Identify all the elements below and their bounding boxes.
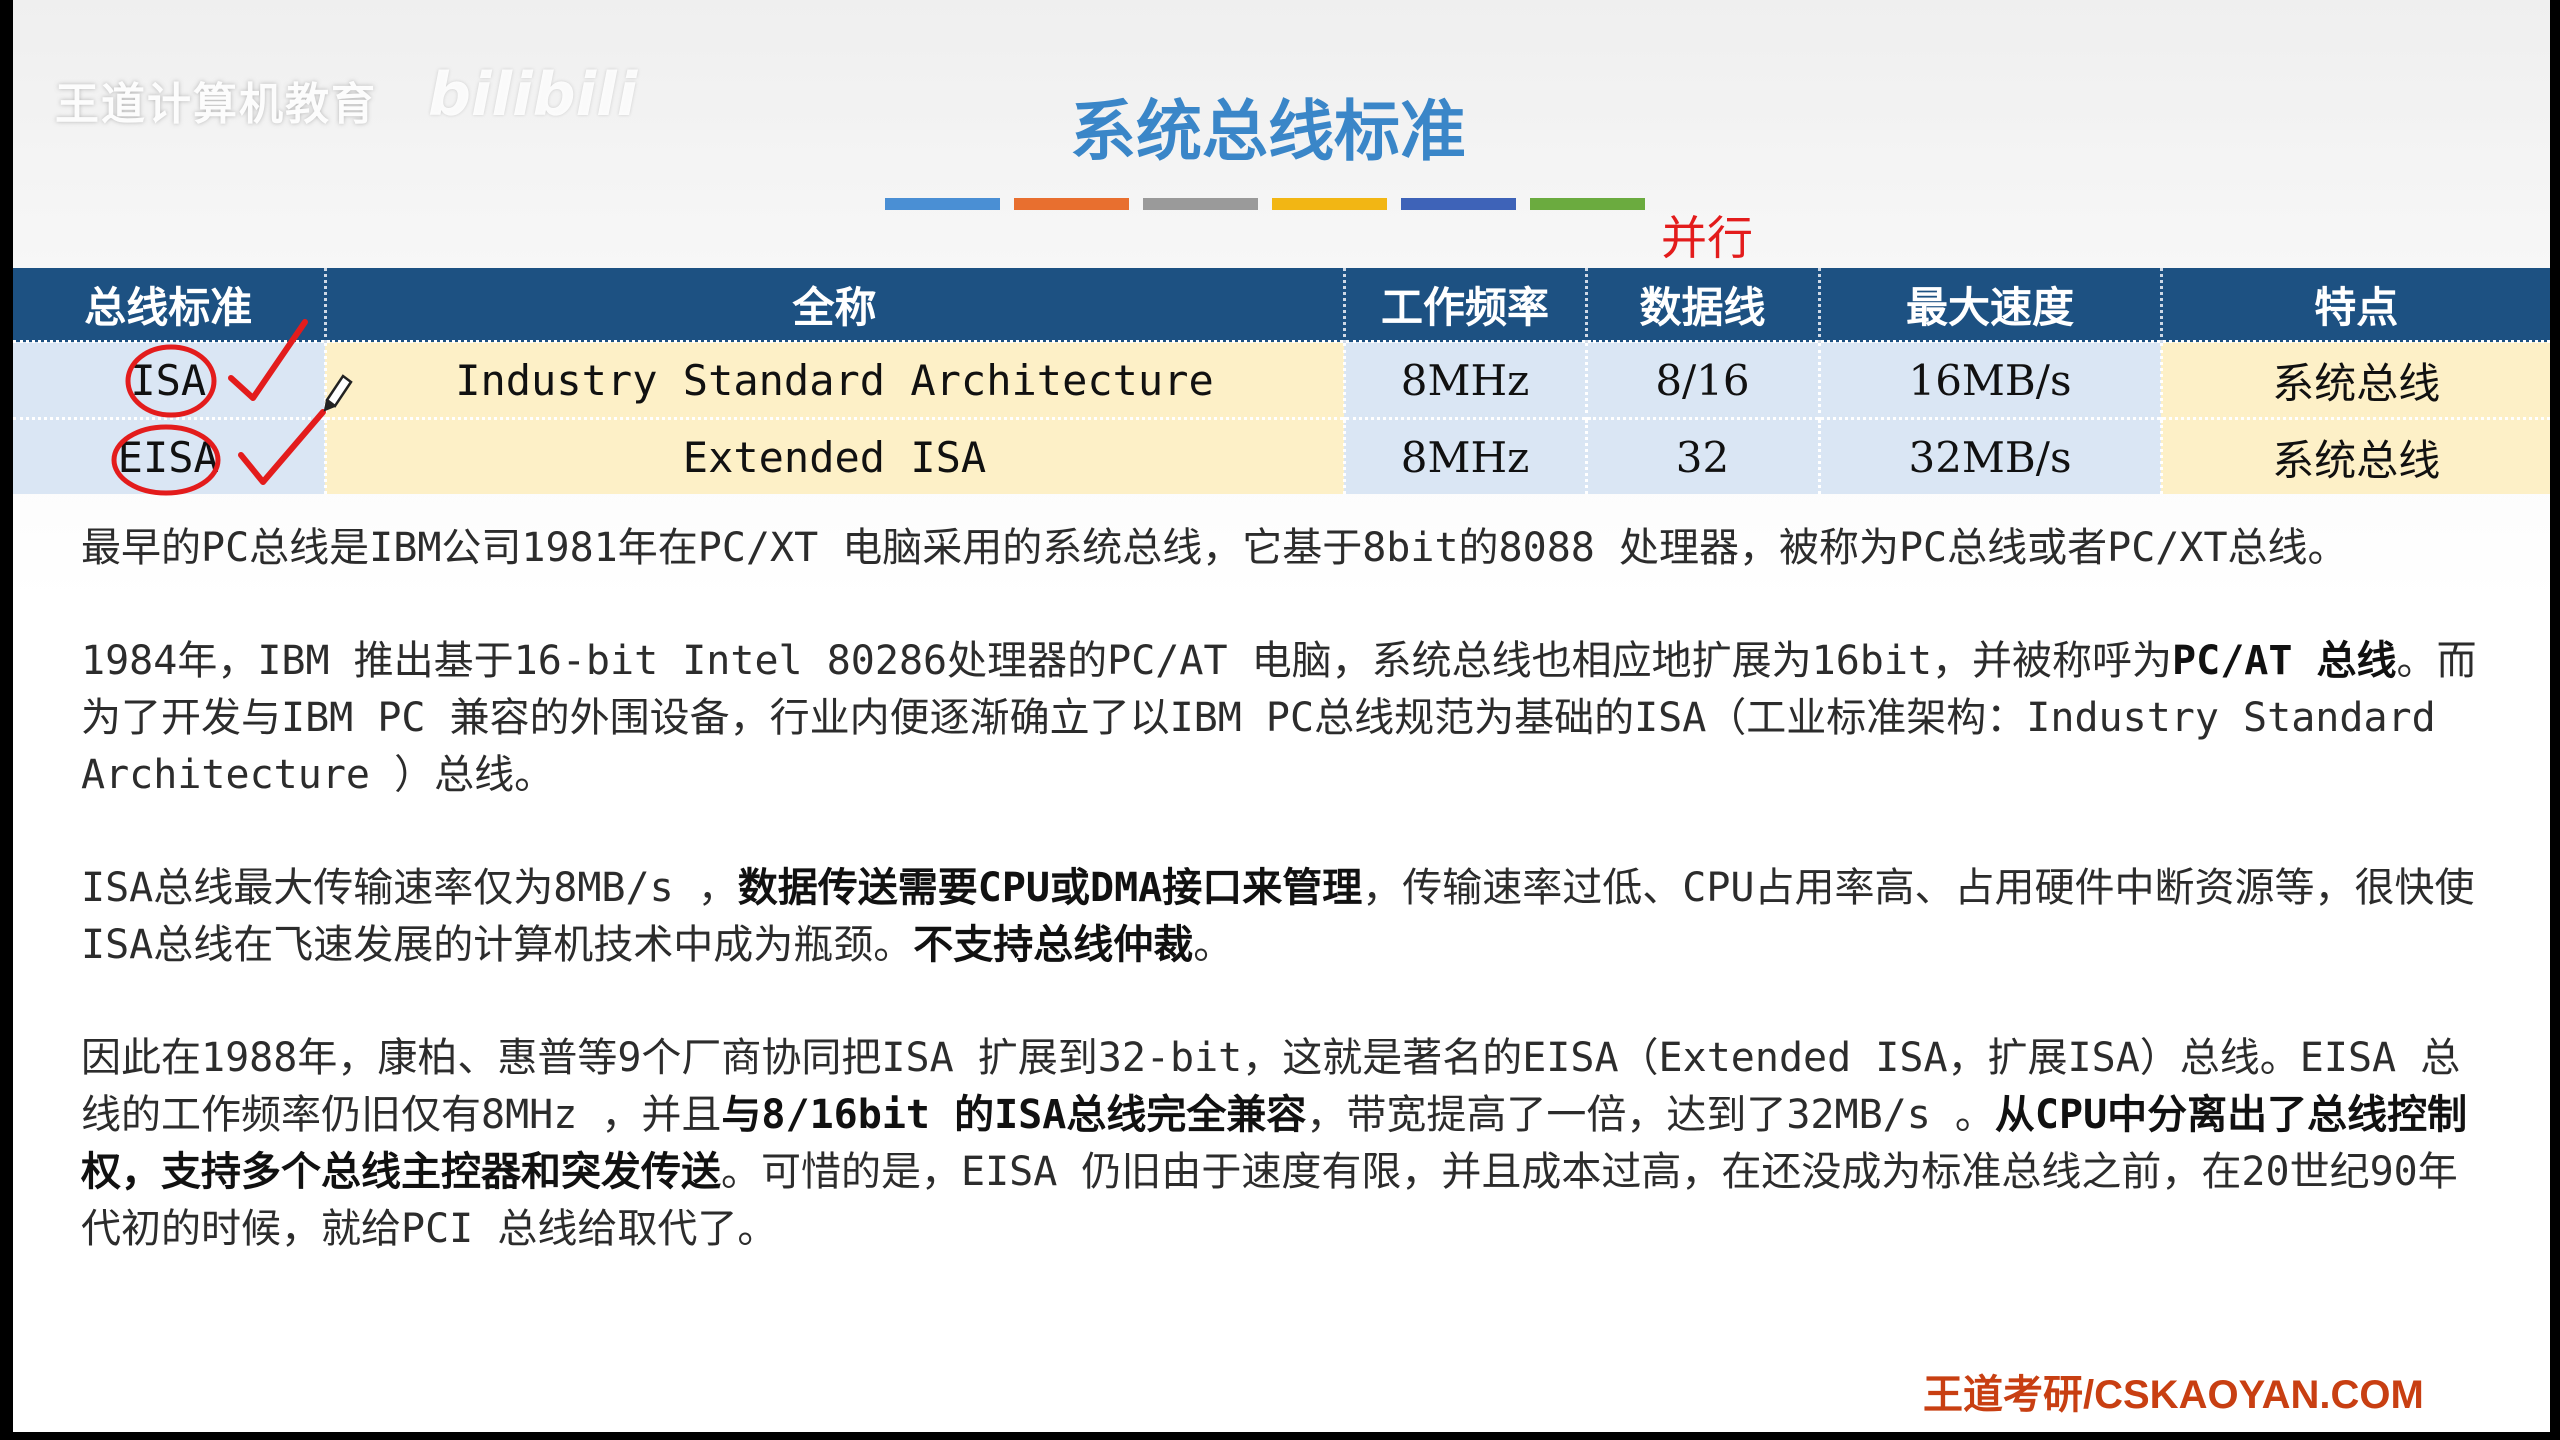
header-data-lines: 数据线 (1584, 268, 1819, 342)
cell-full-name: Extended ISA (323, 417, 1344, 494)
emphasis-text: 与8/16bit 的ISA总线完全兼容 (721, 1092, 1307, 1138)
cell-standard: ISA (13, 340, 325, 419)
cell-data-lines: 8/16 (1584, 340, 1819, 419)
paragraph-eisa: 因此在1988年，康柏、惠普等9个厂商协同把ISA 扩展到32-bit，这就是著… (81, 1030, 2481, 1258)
paragraph-text: 最早的PC总线是IBM公司1981年在PC/XT 电脑采用的系统总线，它基于8b… (81, 525, 2348, 571)
cell-max-speed: 32MB/s (1817, 417, 2161, 494)
emphasis-text: 数据传送需要CPU或DMA接口来管理 (737, 865, 1363, 911)
slide: 王道计算机教育 bilibili 系统总线标准 并行 总线标准 全称 工作频率 … (13, 0, 2550, 1432)
paragraph-text: ，带宽提高了一倍，达到了32MB/s 。 (1306, 1092, 1995, 1138)
paragraph-pc-bus: 最早的PC总线是IBM公司1981年在PC/XT 电脑采用的系统总线，它基于8b… (81, 520, 2481, 577)
footer-credit: 王道考研/CSKAOYAN.COM (1923, 1373, 2424, 1417)
paragraph-isa-limits: ISA总线最大传输速率仅为8MB/s ，数据传送需要CPU或DMA接口来管理，传… (81, 860, 2481, 974)
cell-standard: EISA (13, 417, 325, 494)
header-max-speed: 最大速度 (1817, 268, 2161, 342)
table-header-row: 总线标准 全称 工作频率 数据线 最大速度 特点 (13, 268, 2550, 342)
slide-body-text: 最早的PC总线是IBM公司1981年在PC/XT 电脑采用的系统总线，它基于8b… (81, 520, 2481, 1314)
cell-data-lines: 32 (1584, 417, 1819, 494)
color-bar (1272, 198, 1387, 210)
paragraph-text: 。 (1193, 922, 1234, 968)
title-color-bars (885, 198, 1645, 210)
color-bar (1143, 198, 1258, 210)
handwritten-parallel-note: 并行 (1661, 211, 1753, 265)
cell-frequency: 8MHz (1342, 340, 1586, 419)
cell-feature: 系统总线 (2159, 417, 2550, 494)
color-bar (1401, 198, 1516, 210)
color-bar (1530, 198, 1645, 210)
emphasis-text: 不支持总线仲裁 (913, 922, 1194, 968)
paragraph-pc-at-bus: 1984年，IBM 推出基于16-bit Intel 80286处理器的PC/A… (81, 633, 2481, 804)
cell-full-name: Industry Standard Architecture (323, 340, 1344, 419)
emphasis-text: PC/AT 总线 (2172, 638, 2397, 684)
header-frequency: 工作频率 (1342, 268, 1586, 342)
cell-feature: 系统总线 (2159, 340, 2550, 419)
color-bar (885, 198, 1000, 210)
header-standard: 总线标准 (13, 268, 325, 342)
table-row: ISA Industry Standard Architecture 8MHz … (13, 340, 2550, 419)
cell-frequency: 8MHz (1342, 417, 1586, 494)
paragraph-text: 1984年，IBM 推出基于16-bit Intel 80286处理器的PC/A… (81, 638, 2173, 684)
table-row: EISA Extended ISA 8MHz 32 32MB/s 系统总线 (13, 417, 2550, 494)
slide-title: 系统总线标准 (1070, 93, 1466, 170)
color-bar (1014, 198, 1129, 210)
cell-max-speed: 16MB/s (1817, 340, 2161, 419)
header-full-name: 全称 (323, 268, 1344, 342)
paragraph-text: ISA总线最大传输速率仅为8MB/s ， (81, 865, 738, 911)
header-feature: 特点 (2159, 268, 2550, 342)
bus-standards-table: 总线标准 全称 工作频率 数据线 最大速度 特点 ISA Industry St… (13, 268, 2550, 494)
